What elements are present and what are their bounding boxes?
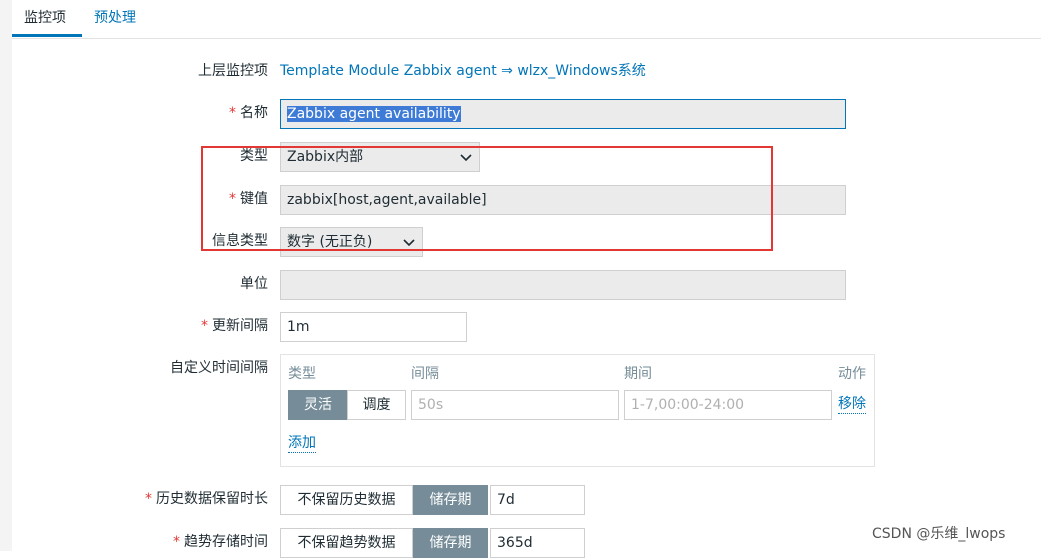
col-header-period: 期间 [624,366,652,382]
col-header-interval: 间隔 [411,366,439,382]
info-type-select[interactable]: 数字 (无正负) [280,227,423,257]
custom-intervals-panel: 类型 间隔 期间 动作 灵活 调度 50s 1-7,00:00-24:00 移除… [280,354,875,467]
flexible-toggle-button[interactable]: 灵活 [288,390,348,420]
history-label: * 历史数据保留时长 [145,491,268,507]
tab-bar: 监控项 预处理 [12,0,1041,39]
history-storage-button[interactable]: 储存期 [413,485,488,515]
name-input[interactable]: Zabbix agent availability [280,99,846,129]
units-label: 单位 [240,276,268,292]
custom-period-input[interactable]: 1-7,00:00-24:00 [624,390,832,420]
trends-storage-button[interactable]: 储存期 [413,528,488,558]
info-type-label: 信息类型 [212,233,268,249]
add-link[interactable]: 添加 [288,434,316,453]
custom-interval-input[interactable]: 50s [411,390,619,420]
name-label: * 名称 [229,105,268,121]
parent-item-label: 上层监控项 [198,63,268,79]
left-sidebar-strip [0,0,12,551]
required-mark: * [229,105,236,121]
type-select-value: Zabbix内部 [287,149,364,165]
trends-input[interactable]: 365d [490,528,585,558]
interval-label: * 更新间隔 [201,318,268,334]
history-nokeep-button[interactable]: 不保留历史数据 [280,485,413,515]
tab-preprocessing[interactable]: 预处理 [94,8,136,28]
history-input[interactable]: 7d [490,485,585,515]
tab-item[interactable]: 监控项 [24,8,66,28]
type-select[interactable]: Zabbix内部 [280,142,480,172]
watermark: CSDN @乐维_lwops [872,526,1006,542]
remove-link[interactable]: 移除 [838,395,866,414]
type-label: 类型 [240,148,268,164]
key-label: * 键值 [229,191,268,207]
col-header-action: 动作 [838,366,866,382]
trends-label: * 趋势存储时间 [173,534,268,550]
info-type-select-value: 数字 (无正负) [287,234,373,250]
col-header-type: 类型 [288,366,316,382]
chevron-down-icon [403,239,415,247]
parent-item-link[interactable]: Template Module Zabbix agent ⇒ wlzx_Wind… [280,61,646,81]
scheduling-toggle-button[interactable]: 调度 [347,390,406,420]
units-input[interactable] [280,270,846,300]
active-tab-indicator [12,34,82,37]
interval-input[interactable]: 1m [280,312,467,342]
chevron-down-icon [460,154,472,162]
custom-intervals-label: 自定义时间间隔 [170,360,268,376]
key-input[interactable]: zabbix[host,agent,available] [280,185,846,215]
trends-nokeep-button[interactable]: 不保留趋势数据 [280,528,413,558]
